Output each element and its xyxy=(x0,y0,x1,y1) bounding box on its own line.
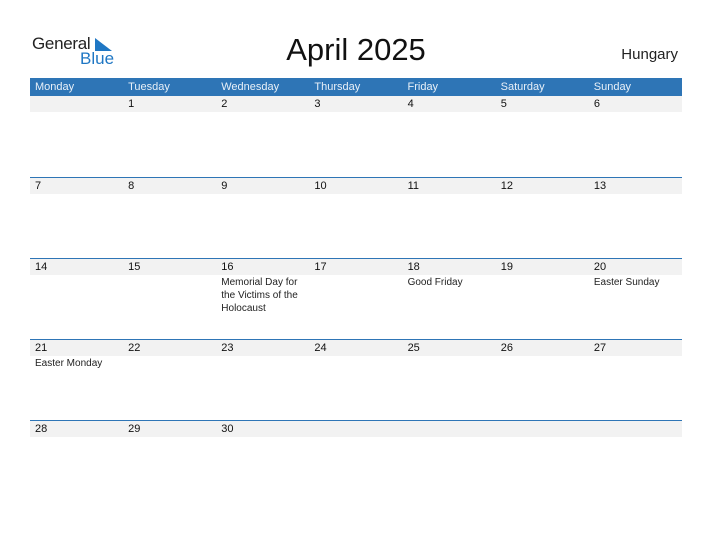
day-number: 27 xyxy=(593,342,607,354)
day-number: 15 xyxy=(128,261,141,273)
day-number: 5 xyxy=(500,98,507,110)
week-row: 7 8 9 10 11 12 13 xyxy=(30,177,682,259)
day-number: 14 xyxy=(35,261,48,273)
weekday-saturday: Saturday xyxy=(500,81,545,93)
week-row: 1 2 3 4 5 6 xyxy=(30,96,682,177)
day-number: 25 xyxy=(407,342,420,354)
day-number: 19 xyxy=(500,261,513,273)
day-cell: 5 xyxy=(496,96,589,176)
week-row: 14 15 16 Memorial Day for the Victims of th… xyxy=(30,258,682,340)
day-number: 18 xyxy=(407,261,420,273)
day-number: 29 xyxy=(128,423,141,435)
day-cell: 11 xyxy=(403,178,496,258)
day-cell: 6 xyxy=(589,96,682,176)
weekday-header: Monday Tuesday Wednesday Thursday Friday… xyxy=(30,78,682,96)
day-cell xyxy=(30,96,123,176)
week-row: 28 29 30 xyxy=(30,420,682,502)
weekday-thursday: Thursday xyxy=(314,81,361,93)
day-number: 20 xyxy=(593,261,607,273)
day-cell: 29 xyxy=(123,421,216,501)
day-cell: 13 xyxy=(589,178,682,258)
day-cell: 20 Easter Sunday xyxy=(589,259,682,339)
day-cell: 2 xyxy=(216,96,309,176)
day-number: 7 xyxy=(35,180,42,192)
day-number: 8 xyxy=(128,180,135,192)
day-cell: 16 Memorial Day for the Victims of the Ho… xyxy=(216,259,309,339)
day-cell: 9 xyxy=(216,178,309,258)
day-cell: 15 xyxy=(123,259,216,339)
weekday-monday: Monday xyxy=(35,81,75,93)
day-cell: 28 xyxy=(30,421,123,501)
week-row: 21 Easter Monday 22 23 24 25 26 27 xyxy=(30,339,682,421)
holiday-label: Memorial Day for the Victims of the Holo… xyxy=(221,277,298,314)
weekday-sunday: Sunday xyxy=(593,81,632,93)
holiday-label: Good Friday xyxy=(407,277,463,288)
holiday-label: Easter Sunday xyxy=(593,277,660,288)
day-number: 24 xyxy=(314,342,327,354)
day-cell xyxy=(589,421,682,501)
day-number: 10 xyxy=(314,180,327,192)
day-cell: 14 xyxy=(30,259,123,339)
day-number: 1 xyxy=(128,98,135,110)
day-cell: 18 Good Friday xyxy=(403,259,496,339)
day-number: 12 xyxy=(500,180,513,192)
day-number: 9 xyxy=(221,180,228,192)
day-cell: 27 xyxy=(589,340,682,420)
day-number: 30 xyxy=(221,423,234,435)
day-number: 21 xyxy=(35,342,48,354)
day-number: 16 xyxy=(221,261,234,273)
day-cell: 8 xyxy=(123,178,216,258)
day-number: 26 xyxy=(500,342,513,354)
day-cell: 4 xyxy=(403,96,496,176)
weekday-wednesday: Wednesday xyxy=(221,81,280,93)
day-number: 23 xyxy=(221,342,234,354)
day-cell: 7 xyxy=(30,178,123,258)
day-number: 28 xyxy=(35,423,48,435)
day-number: 17 xyxy=(314,261,327,273)
weekday-tuesday: Tuesday xyxy=(128,81,170,93)
day-number: 22 xyxy=(128,342,141,354)
day-cell: 12 xyxy=(496,178,589,258)
day-cell: 26 xyxy=(496,340,589,420)
day-number: 3 xyxy=(314,98,321,110)
weekday-friday: Friday xyxy=(407,81,439,93)
day-cell: 24 xyxy=(309,340,402,420)
day-cell: 3 xyxy=(309,96,402,176)
day-number: 4 xyxy=(407,98,414,110)
day-cell: 23 xyxy=(216,340,309,420)
day-cell: 25 xyxy=(403,340,496,420)
day-cell xyxy=(403,421,496,501)
day-cell: 17 xyxy=(309,259,402,339)
day-cell: 10 xyxy=(309,178,402,258)
calendar-title: April 2025 xyxy=(286,32,426,67)
day-number: 6 xyxy=(593,98,600,110)
day-cell: 21 Easter Monday xyxy=(30,340,123,420)
day-number: 2 xyxy=(221,98,228,110)
day-cell: 1 xyxy=(123,96,216,176)
day-number: 13 xyxy=(593,180,607,192)
holiday-label: Easter Monday xyxy=(35,358,103,369)
country-label: Hungary xyxy=(621,46,678,63)
day-cell: 19 xyxy=(496,259,589,339)
day-cell xyxy=(309,421,402,501)
day-cell xyxy=(496,421,589,501)
day-number: 11 xyxy=(407,180,419,192)
day-cell: 30 xyxy=(216,421,309,501)
day-cell: 22 xyxy=(123,340,216,420)
